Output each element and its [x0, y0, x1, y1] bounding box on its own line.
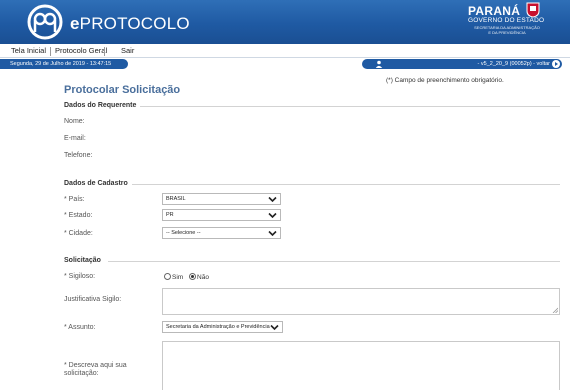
justificativa-label: Justificativa Sigilo: — [64, 296, 122, 303]
version-back-link[interactable]: - v5_2_20_9 (00052p) - voltar — [478, 59, 550, 69]
cidade-select[interactable]: -- Selecione -- — [162, 227, 281, 239]
sigiloso-label: * Sigiloso: — [64, 273, 96, 280]
user-icon — [375, 60, 383, 68]
estado-value: PR — [166, 212, 174, 218]
menu-separator — [50, 47, 51, 56]
assunto-label: * Assunto: — [64, 324, 96, 331]
section-title-solicitacao: Solicitação — [64, 257, 101, 264]
cidade-label: * Cidade: — [64, 230, 93, 237]
gov-line: GOVERNO DO ESTADO — [468, 17, 545, 24]
chevron-down-icon — [268, 212, 277, 219]
sigiloso-radio-group: Sim Não — [164, 273, 213, 281]
menu-item-tela-inicial[interactable]: Tela Inicial — [8, 46, 49, 56]
menu-item-protocolo-geral[interactable]: Protocolo Geral — [52, 46, 110, 56]
descreva-label-line-1: * Descreva aqui sua — [64, 362, 127, 369]
menu-separator — [104, 47, 105, 56]
status-bar: Segunda, 29 de Julho de 2019 - 13:47:15 … — [0, 58, 570, 70]
app-name: ePROTOCOLO — [70, 14, 190, 33]
section-title-requerente: Dados do Requerente — [64, 102, 137, 109]
descreva-label-line-2: solicitação: — [64, 370, 99, 377]
current-date: Segunda, 29 de Julho de 2019 - 13:47:15 — [0, 59, 128, 69]
state-crest-icon — [526, 2, 540, 18]
chevron-down-icon — [270, 324, 279, 331]
page-title: Protocolar Solicitação — [64, 84, 181, 96]
estado-label: * Estado: — [64, 212, 93, 219]
main-menu: Tela Inicial Protocolo Geral Sair — [0, 44, 570, 58]
estado-select[interactable]: PR — [162, 209, 281, 221]
resize-handle-icon[interactable] — [552, 307, 558, 313]
pais-select[interactable]: BRASIL — [162, 193, 281, 205]
secretaria-line-2: E DA PREVIDÊNCIA — [488, 30, 526, 35]
eprotocolo-logo-icon — [27, 4, 63, 40]
justificativa-textarea[interactable] — [162, 288, 560, 315]
divider — [108, 261, 560, 262]
descreva-label: * Descreva aqui sua solicitação: — [64, 362, 127, 378]
sigiloso-nao-radio[interactable] — [189, 273, 197, 280]
descricao-textarea[interactable] — [162, 341, 560, 390]
divider — [132, 184, 560, 185]
chevron-down-icon — [268, 230, 277, 237]
chevron-down-icon — [268, 196, 277, 203]
sim-label: Sim — [172, 274, 184, 281]
nao-label: Não — [197, 274, 209, 281]
assunto-select[interactable]: Secretaria da Administração e Previdênci… — [162, 321, 283, 333]
pais-label: * País: — [64, 196, 85, 203]
menu-item-sair[interactable]: Sair — [118, 46, 137, 56]
app-header: ePROTOCOLO PARANÁ GOVERNO DO ESTADO SECR… — [0, 0, 570, 44]
arrow-right-icon[interactable] — [552, 60, 560, 68]
divider — [140, 106, 560, 107]
sigiloso-sim-radio[interactable] — [164, 273, 171, 280]
required-note: (*) Campo de preenchimento obrigatório. — [386, 77, 504, 84]
pais-value: BRASIL — [166, 196, 186, 202]
nome-label: Nome: — [64, 118, 85, 125]
email-label: E-mail: — [64, 135, 86, 142]
section-title-cadastro: Dados de Cadastro — [64, 180, 128, 187]
assunto-value: Secretaria da Administração e Previdênci… — [166, 324, 270, 330]
session-info: - v5_2_20_9 (00052p) - voltar — [362, 59, 562, 69]
cidade-value: -- Selecione -- — [166, 230, 201, 236]
telefone-label: Telefone: — [64, 152, 93, 159]
